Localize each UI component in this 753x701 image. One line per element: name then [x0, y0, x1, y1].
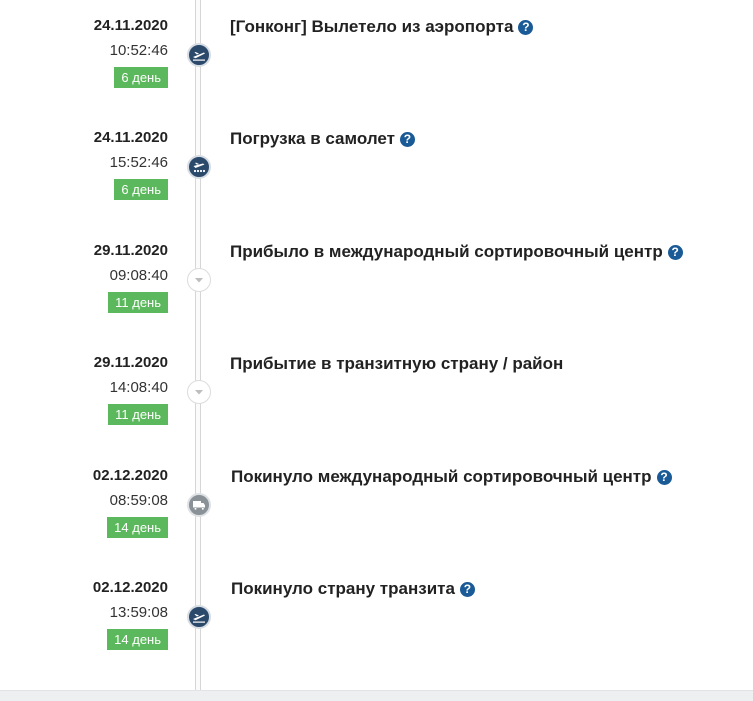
- event-description: Покинуло международный сортировочный цен…: [231, 467, 672, 487]
- timeline-event: 02.12.2020 13:59:08 14 день Покинуло страну…: [0, 579, 753, 679]
- event-text: Погрузка в самолет: [230, 129, 395, 148]
- chevron-down-icon: [187, 268, 211, 292]
- tracking-timeline: 24.11.2020 10:52:46 6 день [Гонконг] Вылете…: [0, 0, 753, 701]
- truck-icon: [187, 493, 211, 517]
- event-time: 15:52:46: [109, 154, 168, 171]
- timeline-event: 29.11.2020 14:08:40 11 день Прибытие в тран…: [0, 354, 753, 454]
- timeline-event: 24.11.2020 10:52:46 6 день [Гонконг] Вылете…: [0, 17, 753, 117]
- event-date: 24.11.2020: [93, 129, 168, 146]
- day-badge: 6 день: [114, 67, 168, 88]
- event-text: Покинуло страну транзита: [231, 579, 455, 598]
- event-description: [Гонконг] Вылетело из аэропорта?: [230, 17, 534, 37]
- event-description: Покинуло страну транзита?: [231, 579, 475, 599]
- event-time: 10:52:46: [109, 42, 168, 59]
- question-icon[interactable]: ?: [667, 245, 683, 260]
- day-badge: 6 день: [114, 179, 168, 200]
- day-badge: 11 день: [108, 404, 168, 425]
- question-icon[interactable]: ?: [399, 132, 415, 147]
- timeline-event: 02.12.2020 08:59:08 14 день Покинуло междун…: [0, 467, 753, 567]
- airplane-takeoff-icon: [187, 605, 211, 629]
- chevron-down-icon: [187, 380, 211, 404]
- airplane-loading-icon: [187, 155, 211, 179]
- question-icon[interactable]: ?: [656, 470, 672, 485]
- event-description: Прибыло в международный сортировочный це…: [230, 242, 683, 262]
- footer-bar: [0, 690, 753, 701]
- event-date: 02.12.2020: [92, 467, 168, 484]
- question-icon[interactable]: ?: [518, 20, 534, 35]
- event-text: Прибытие в транзитную страну / район: [230, 354, 564, 373]
- timeline-event: 29.11.2020 09:08:40 11 день Прибыло в между…: [0, 242, 753, 342]
- event-text: [Гонконг] Вылетело из аэропорта: [230, 17, 514, 36]
- day-badge: 14 день: [107, 629, 168, 650]
- event-text: Прибыло в международный сортировочный це…: [230, 242, 663, 261]
- event-time: 08:59:08: [109, 492, 168, 509]
- event-description: Погрузка в самолет?: [230, 129, 415, 149]
- event-date: 02.12.2020: [92, 579, 168, 596]
- event-date: 29.11.2020: [93, 354, 168, 371]
- event-date: 29.11.2020: [93, 242, 168, 259]
- event-text: Покинуло международный сортировочный цен…: [231, 467, 652, 486]
- event-time: 13:59:08: [109, 604, 168, 621]
- event-time: 09:08:40: [109, 267, 168, 284]
- event-time: 14:08:40: [109, 379, 168, 396]
- timeline-event: 24.11.2020 15:52:46 6 день Погрузка в самол…: [0, 129, 753, 229]
- day-badge: 11 день: [108, 292, 168, 313]
- airplane-takeoff-icon: [187, 43, 211, 67]
- question-icon[interactable]: ?: [459, 582, 475, 597]
- event-description: Прибытие в транзитную страну / район: [230, 354, 563, 374]
- day-badge: 14 день: [107, 517, 168, 538]
- event-date: 24.11.2020: [93, 17, 168, 34]
